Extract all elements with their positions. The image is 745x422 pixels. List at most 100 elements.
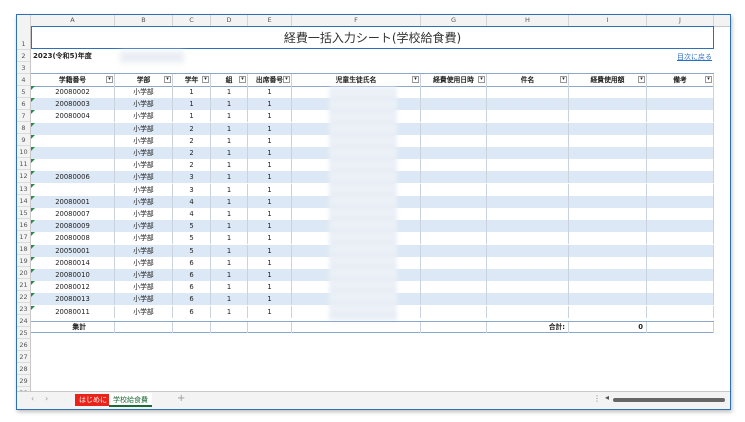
table-cell[interactable]	[487, 86, 569, 98]
table-cell[interactable]	[487, 281, 569, 294]
row-header[interactable]: 29	[17, 375, 30, 388]
table-cell[interactable]: 1	[248, 220, 292, 233]
table-cell[interactable]: 1	[211, 232, 248, 245]
table-cell[interactable]	[647, 147, 714, 159]
table-cell[interactable]	[647, 183, 714, 196]
table-cell[interactable]: 1	[248, 122, 292, 135]
table-cell[interactable]: 5	[173, 220, 211, 233]
table-cell[interactable]	[647, 244, 714, 257]
table-cell[interactable]: 20080003	[31, 98, 115, 111]
table-cell[interactable]: 1	[248, 98, 292, 111]
table-cell[interactable]: 1	[211, 195, 248, 208]
table-cell[interactable]: 小学部	[115, 220, 173, 233]
table-cell[interactable]	[31, 159, 115, 172]
column-header[interactable]: J	[647, 15, 714, 26]
chevron-right-icon[interactable]: ›	[45, 394, 48, 403]
table-cell[interactable]: 1	[248, 147, 292, 159]
table-cell[interactable]	[647, 159, 714, 172]
row-header[interactable]: 14	[17, 195, 30, 207]
table-cell[interactable]	[647, 171, 714, 184]
table-cell[interactable]	[421, 110, 487, 123]
table-cell[interactable]: 3	[173, 183, 211, 196]
table-cell[interactable]	[569, 86, 647, 98]
table-cell[interactable]	[487, 195, 569, 208]
row-header[interactable]: 18	[17, 243, 30, 255]
back-to-index-link[interactable]: 目次に戻る	[677, 52, 712, 62]
table-cell[interactable]	[487, 134, 569, 147]
column-header[interactable]: G	[421, 15, 487, 26]
table-cell[interactable]	[421, 244, 487, 257]
table-cell[interactable]	[647, 269, 714, 281]
row-header[interactable]: 15	[17, 207, 30, 219]
table-cell[interactable]	[487, 232, 569, 245]
table-cell[interactable]: 1	[248, 183, 292, 196]
table-cell[interactable]	[569, 293, 647, 306]
table-cell[interactable]	[421, 256, 487, 269]
row-header[interactable]: 6	[17, 98, 30, 111]
table-cell[interactable]: 20080007	[31, 208, 115, 220]
row-header[interactable]: 19	[17, 255, 30, 267]
table-cell[interactable]	[487, 269, 569, 281]
row-header[interactable]: 20	[17, 267, 30, 279]
column-header[interactable]: F	[292, 15, 421, 26]
table-cell[interactable]: 1	[248, 281, 292, 294]
table-cell[interactable]	[31, 183, 115, 196]
table-cell[interactable]: 小学部	[115, 98, 173, 111]
table-cell[interactable]	[569, 220, 647, 233]
row-header[interactable]: 7	[17, 110, 30, 123]
table-cell[interactable]	[421, 305, 487, 318]
table-cell[interactable]: 1	[211, 293, 248, 306]
table-cell[interactable]: 小学部	[115, 110, 173, 123]
row-header[interactable]: 3	[17, 62, 30, 75]
row-header[interactable]: 1	[17, 26, 30, 50]
table-cell[interactable]	[569, 110, 647, 123]
table-cell[interactable]	[569, 269, 647, 281]
table-cell[interactable]: 2	[173, 134, 211, 147]
table-cell[interactable]	[569, 195, 647, 208]
table-cell[interactable]: 小学部	[115, 269, 173, 281]
sum-value[interactable]: 0	[569, 322, 647, 333]
row-header[interactable]: 4	[17, 74, 30, 87]
row-header[interactable]: 26	[17, 339, 30, 352]
table-cell[interactable]: 小学部	[115, 195, 173, 208]
table-cell[interactable]	[487, 110, 569, 123]
table-cell[interactable]: 1	[248, 305, 292, 318]
column-header[interactable]: E	[248, 15, 292, 26]
table-cell[interactable]: 4	[173, 208, 211, 220]
column-header[interactable]: C	[173, 15, 211, 26]
row-header[interactable]: 16	[17, 219, 30, 231]
scroll-left-icon[interactable]: ◂	[605, 393, 609, 402]
table-cell[interactable]	[31, 122, 115, 135]
filter-dropdown-icon[interactable]: ▾	[239, 76, 246, 83]
table-cell[interactable]: 20080009	[31, 220, 115, 233]
table-cell[interactable]	[569, 98, 647, 111]
table-cell[interactable]	[647, 281, 714, 294]
table-cell[interactable]: 1	[211, 305, 248, 318]
row-header[interactable]: 11	[17, 158, 30, 171]
table-cell[interactable]	[647, 122, 714, 135]
table-cell[interactable]: 1	[211, 256, 248, 269]
table-cell[interactable]: 20080011	[31, 305, 115, 318]
table-cell[interactable]: 6	[173, 293, 211, 306]
table-cell[interactable]: 20080002	[31, 86, 115, 98]
table-cell[interactable]: 1	[211, 159, 248, 172]
table-cell[interactable]	[569, 183, 647, 196]
table-cell[interactable]	[569, 256, 647, 269]
table-cell[interactable]	[569, 134, 647, 147]
tab-school-lunch[interactable]: 学校給食費	[109, 393, 152, 407]
table-cell[interactable]	[647, 98, 714, 111]
filter-dropdown-icon[interactable]: ▾	[106, 76, 113, 83]
table-cell[interactable]: 20080013	[31, 293, 115, 306]
table-cell[interactable]: 5	[173, 232, 211, 245]
row-header[interactable]: 2	[17, 50, 30, 63]
table-cell[interactable]: 1	[248, 256, 292, 269]
table-cell[interactable]: 1	[211, 122, 248, 135]
table-cell[interactable]	[569, 281, 647, 294]
row-header[interactable]: 25	[17, 327, 30, 340]
table-cell[interactable]	[421, 86, 487, 98]
table-cell[interactable]: 4	[173, 195, 211, 208]
table-cell[interactable]	[487, 147, 569, 159]
table-cell[interactable]: 20080001	[31, 195, 115, 208]
column-header[interactable]: A	[31, 15, 115, 26]
add-sheet-icon[interactable]: +	[177, 393, 185, 404]
